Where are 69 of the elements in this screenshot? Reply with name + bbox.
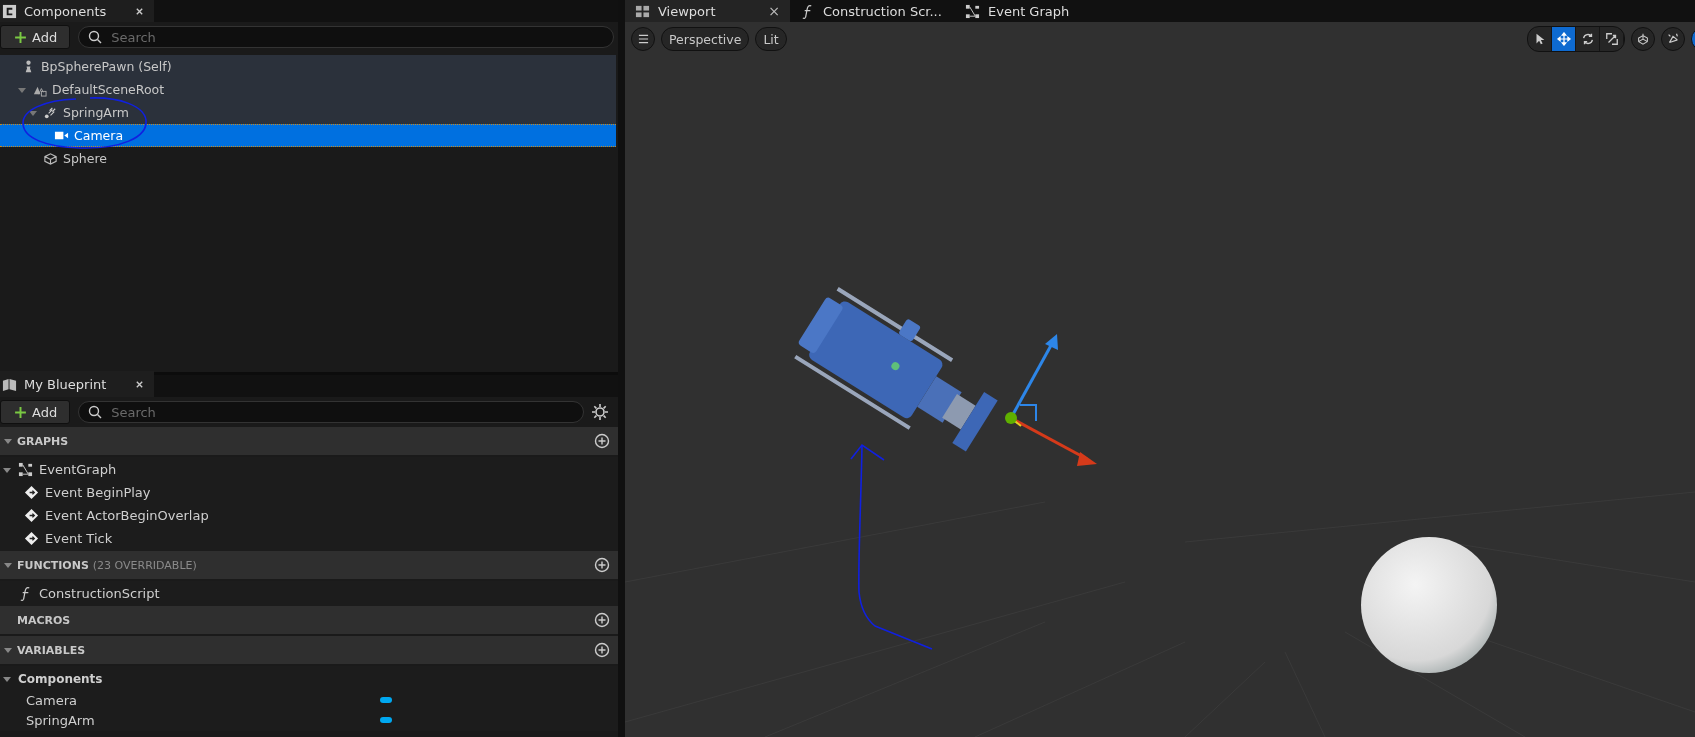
tree-item[interactable]: Camera [0, 124, 616, 147]
translate-tool-button[interactable] [1552, 27, 1576, 51]
axes-icon [1666, 32, 1680, 46]
editor-tab[interactable]: Event Graph [955, 0, 1120, 22]
expand-arrow-icon[interactable] [3, 436, 13, 446]
plus-icon [14, 405, 27, 419]
tab-title: My Blueprint [24, 376, 107, 392]
expand-arrow-icon[interactable] [3, 645, 13, 655]
view-mode-button[interactable]: Perspective [661, 27, 750, 51]
section-header[interactable]: FUNCTIONS (23 OVERRIDABLE) [0, 551, 618, 581]
event-diamond-icon [24, 485, 39, 500]
grid-squares-icon [635, 3, 650, 19]
tab-title: Components [24, 3, 107, 19]
search-icon [88, 405, 103, 419]
add-circle-icon[interactable] [594, 612, 610, 628]
add-circle-icon[interactable] [594, 642, 610, 658]
close-icon[interactable] [135, 6, 144, 16]
component-logo-icon [2, 3, 17, 19]
blueprint-item[interactable]: Camera [22, 692, 78, 708]
blueprint-item[interactable]: SpringArm [22, 712, 95, 728]
close-icon[interactable]: × [768, 3, 780, 19]
blueprint-item[interactable]: EventGraph [39, 462, 117, 477]
spring-icon [43, 105, 58, 120]
blueprint-item[interactable]: Event ActorBeginOverlap [45, 508, 209, 523]
add-button[interactable]: Add [0, 25, 71, 49]
add-circle-icon[interactable] [594, 433, 610, 449]
my-blueprint-tab[interactable]: My Blueprint [0, 371, 154, 397]
cube-icon [43, 151, 58, 166]
section-title: FUNCTIONS [17, 558, 89, 572]
book-icon [2, 376, 17, 392]
search-field[interactable]: Search [78, 401, 584, 423]
cube-snap-icon [1636, 32, 1650, 46]
scale-icon [1604, 32, 1619, 46]
search-icon [88, 30, 103, 44]
event-diamond-icon [24, 508, 39, 523]
section-header[interactable]: MACROS [0, 606, 618, 636]
blueprint-item[interactable]: ConstructionScript [39, 586, 160, 601]
node-graph-icon [965, 3, 980, 19]
tree-item[interactable]: Sphere [0, 147, 616, 170]
variable-type-pill [380, 717, 392, 723]
tree-item[interactable]: SpringArm [0, 101, 616, 124]
event-diamond-icon [24, 531, 39, 546]
menu-icon [637, 34, 649, 44]
transform-gizmo-drawing[interactable] [1005, 334, 1097, 466]
section-header[interactable]: GRAPHS [0, 427, 618, 457]
blueprint-item[interactable]: Event BeginPlay [45, 485, 151, 500]
add-button[interactable]: Add [0, 400, 71, 424]
blueprint-item[interactable]: Event Tick [45, 531, 113, 546]
rotate-icon [1580, 32, 1595, 46]
move-arrows-icon [1556, 32, 1571, 46]
components-tab[interactable]: Components [0, 0, 154, 22]
section-note: (23 OVERRIDABLE) [92, 558, 197, 572]
add-circle-icon[interactable] [594, 557, 610, 573]
blueprint-item[interactable]: Components [18, 671, 103, 686]
tree-item[interactable]: BpSpherePawn (Self) [0, 55, 616, 78]
section-title: GRAPHS [17, 434, 69, 448]
plus-icon [14, 30, 27, 44]
expand-arrow-icon[interactable] [3, 560, 13, 570]
section-header[interactable]: VARIABLES [0, 636, 618, 666]
settings-icon[interactable] [592, 404, 608, 420]
close-icon[interactable] [135, 379, 144, 389]
editor-tab[interactable]: Viewport × [625, 0, 790, 22]
section-title: VARIABLES [17, 643, 86, 657]
editor-tab[interactable]: Construction Scr... [790, 0, 955, 22]
node-graph-icon [18, 462, 33, 477]
search-field[interactable]: Search [78, 26, 614, 48]
tree-item[interactable]: DefaultSceneRoot [0, 78, 616, 101]
variable-type-pill [380, 697, 392, 703]
section-title: MACROS [17, 613, 71, 627]
